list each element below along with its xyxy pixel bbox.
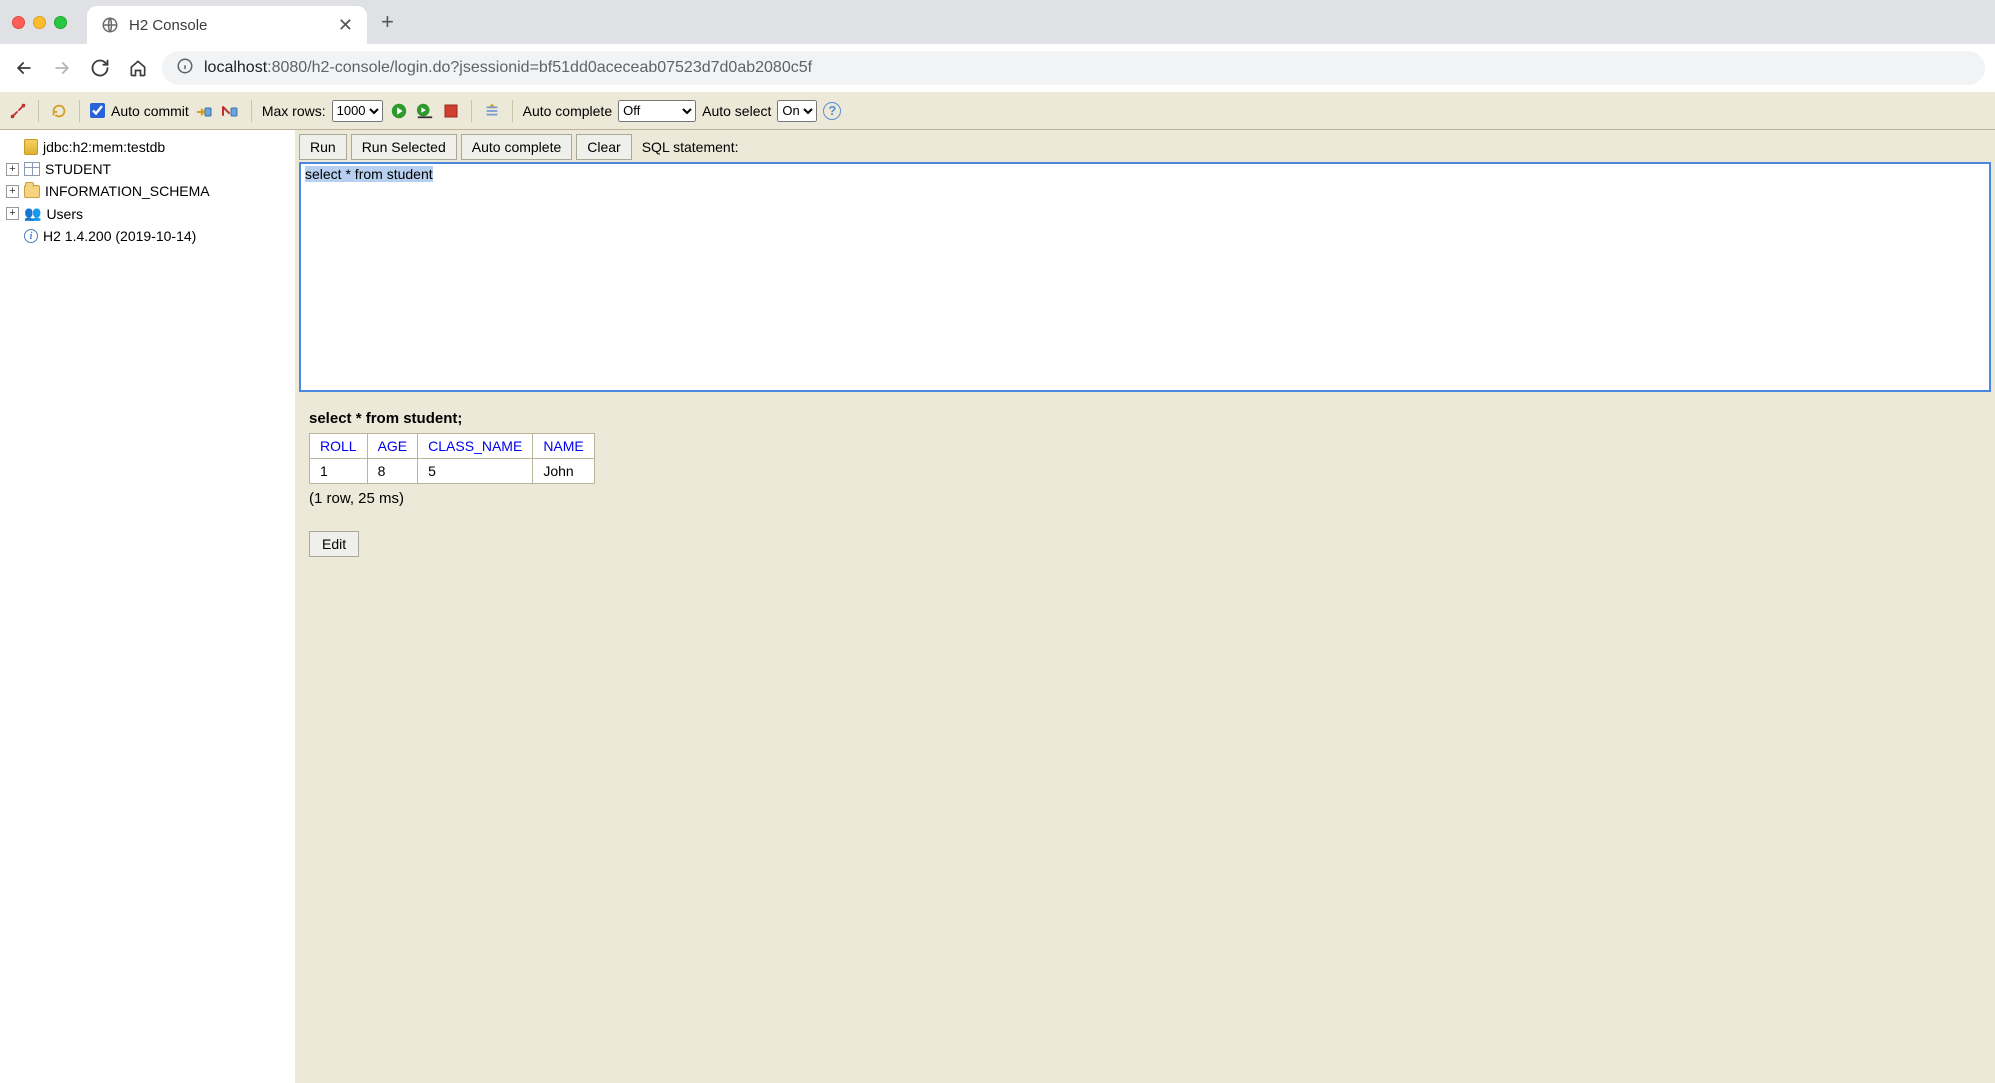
maximize-window-button[interactable] [54, 16, 67, 29]
clear-button[interactable]: Clear [576, 134, 631, 160]
cell-roll: 1 [310, 459, 368, 484]
column-header[interactable]: NAME [533, 434, 594, 459]
connection-label: jdbc:h2:mem:testdb [43, 139, 165, 155]
address-bar: localhost:8080/h2-console/login.do?jsess… [0, 44, 1995, 92]
max-rows-select[interactable]: 1000 [332, 100, 383, 122]
tree-connection[interactable]: jdbc:h2:mem:testdb [4, 136, 291, 158]
home-button[interactable] [124, 54, 152, 82]
close-window-button[interactable] [12, 16, 25, 29]
tree-label: STUDENT [45, 161, 111, 177]
sql-toolbar: Run Run Selected Auto complete Clear SQL… [295, 130, 1995, 160]
sql-editor[interactable]: select * from student [299, 162, 1991, 392]
table-header-row: ROLL AGE CLASS_NAME NAME [310, 434, 595, 459]
cell-class-name: 5 [418, 459, 533, 484]
run-button[interactable]: Run [299, 134, 347, 160]
auto-commit-label: Auto commit [111, 103, 189, 119]
rollback-icon[interactable] [221, 101, 241, 121]
site-info-icon[interactable] [176, 57, 194, 80]
auto-complete-label: Auto complete [523, 103, 613, 119]
results-statement: select * from student; [309, 410, 1981, 427]
disconnect-icon[interactable] [8, 101, 28, 121]
auto-commit-checkbox[interactable] [90, 103, 105, 118]
auto-select-label: Auto select [702, 103, 771, 119]
table-icon [24, 162, 40, 176]
expand-icon[interactable]: + [6, 163, 19, 176]
info-icon: i [24, 229, 38, 243]
cell-age: 8 [367, 459, 418, 484]
column-header[interactable]: ROLL [310, 434, 368, 459]
auto-select-select[interactable]: On [777, 100, 817, 122]
run-icon[interactable] [389, 101, 409, 121]
sql-text: select * from student [305, 166, 433, 182]
browser-chrome: H2 Console ✕ + localhost:8080/h2-console… [0, 0, 1995, 92]
close-tab-icon[interactable]: ✕ [338, 16, 353, 34]
h2-toolbar: Auto commit Max rows: 1000 Auto complete… [0, 92, 1995, 130]
separator [38, 100, 39, 122]
window-controls [12, 16, 67, 29]
refresh-icon[interactable] [49, 101, 69, 121]
forward-button[interactable] [48, 54, 76, 82]
reload-button[interactable] [86, 54, 114, 82]
tree-label: Users [46, 206, 83, 222]
main-area: jdbc:h2:mem:testdb + STUDENT + INFORMATI… [0, 130, 1995, 1083]
url-text: localhost:8080/h2-console/login.do?jsess… [204, 59, 812, 77]
table-row[interactable]: 1 8 5 John [310, 459, 595, 484]
tree-label: INFORMATION_SCHEMA [45, 183, 210, 199]
edit-button[interactable]: Edit [309, 531, 359, 557]
back-button[interactable] [10, 54, 38, 82]
cell-name: John [533, 459, 594, 484]
tree-version: i H2 1.4.200 (2019-10-14) [4, 225, 291, 247]
commit-icon[interactable] [195, 101, 215, 121]
url-field[interactable]: localhost:8080/h2-console/login.do?jsess… [162, 51, 1985, 85]
column-header[interactable]: CLASS_NAME [418, 434, 533, 459]
run-selected-icon[interactable] [415, 101, 435, 121]
content-area: Run Run Selected Auto complete Clear SQL… [295, 130, 1995, 1083]
database-icon [24, 139, 38, 155]
separator [512, 100, 513, 122]
browser-tab[interactable]: H2 Console ✕ [87, 6, 367, 44]
url-path: :8080/h2-console/login.do?jsessionid=bf5… [267, 59, 812, 76]
tree-item-users[interactable]: + 👥 Users [4, 202, 291, 225]
results-panel: select * from student; ROLL AGE CLASS_NA… [295, 392, 1995, 575]
tree-item-information-schema[interactable]: + INFORMATION_SCHEMA [4, 180, 291, 202]
auto-complete-button[interactable]: Auto complete [461, 134, 573, 160]
users-icon: 👥 [24, 205, 41, 222]
column-header[interactable]: AGE [367, 434, 418, 459]
history-icon[interactable] [482, 101, 502, 121]
expand-icon[interactable]: + [6, 207, 19, 220]
stop-icon[interactable] [441, 101, 461, 121]
results-summary: (1 row, 25 ms) [309, 490, 1981, 507]
max-rows-label: Max rows: [262, 103, 326, 119]
sidebar: jdbc:h2:mem:testdb + STUDENT + INFORMATI… [0, 130, 295, 1083]
sql-statement-label: SQL statement: [642, 139, 739, 155]
results-table: ROLL AGE CLASS_NAME NAME 1 8 5 John [309, 433, 595, 484]
tab-bar: H2 Console ✕ + [0, 0, 1995, 44]
tree-item-student[interactable]: + STUDENT [4, 158, 291, 180]
version-label: H2 1.4.200 (2019-10-14) [43, 228, 196, 244]
run-selected-button[interactable]: Run Selected [351, 134, 457, 160]
help-icon[interactable]: ? [823, 102, 841, 120]
separator [471, 100, 472, 122]
expand-icon[interactable]: + [6, 185, 19, 198]
new-tab-button[interactable]: + [381, 9, 394, 35]
auto-complete-select[interactable]: Off [618, 100, 696, 122]
url-host: localhost [204, 59, 267, 76]
separator [251, 100, 252, 122]
folder-icon [24, 185, 40, 198]
tab-title: H2 Console [129, 17, 328, 34]
minimize-window-button[interactable] [33, 16, 46, 29]
globe-icon [101, 16, 119, 34]
separator [79, 100, 80, 122]
